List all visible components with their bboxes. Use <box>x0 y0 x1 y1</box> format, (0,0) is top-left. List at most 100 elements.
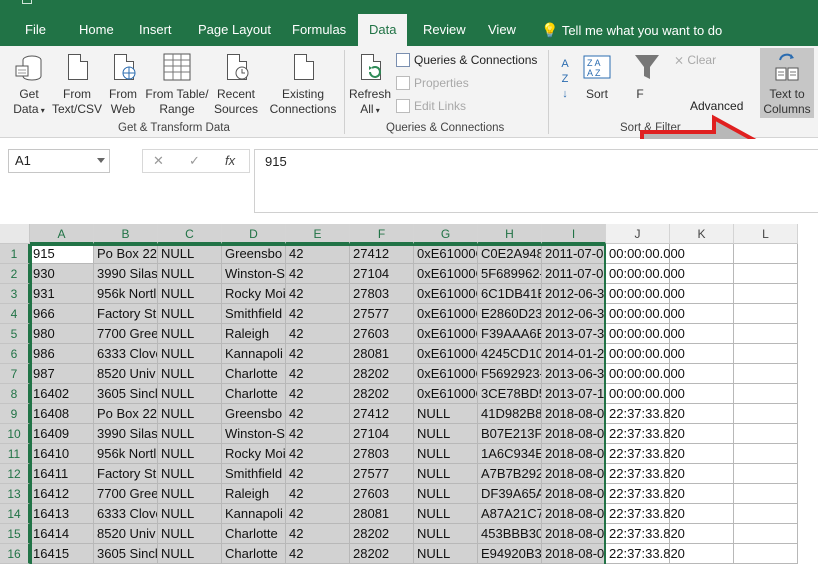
cell-j3[interactable]: 00:00:00.000 <box>606 284 685 304</box>
cell-e4[interactable]: 42 <box>286 304 350 324</box>
cell-c8[interactable]: NULL <box>158 384 222 404</box>
queries-connections-button[interactable]: Queries & Connections <box>396 50 537 70</box>
cell-k7[interactable] <box>670 364 734 384</box>
cell-l16[interactable] <box>734 544 798 564</box>
cell-b14[interactable]: 6333 Clove <box>94 504 158 524</box>
cell-e1[interactable]: 42 <box>286 244 350 264</box>
cell-e16[interactable]: 42 <box>286 544 350 564</box>
cell-i12[interactable]: 2018-08-02 <box>542 464 606 484</box>
cell-c5[interactable]: NULL <box>158 324 222 344</box>
spreadsheet-grid[interactable]: ABCDEFGHIJKL 1 915 Po Box 22 NULL Greensbo 42… <box>0 224 818 564</box>
cell-h7[interactable]: F5692923- <box>478 364 542 384</box>
cell-f2[interactable]: 27104 <box>350 264 414 284</box>
cell-h9[interactable]: 41D982B8- <box>478 404 542 424</box>
cell-d12[interactable]: Smithfield <box>222 464 286 484</box>
cell-e13[interactable]: 42 <box>286 484 350 504</box>
cell-d14[interactable]: Kannapoli <box>222 504 286 524</box>
cell-l7[interactable] <box>734 364 798 384</box>
insert-function-icon[interactable]: fx <box>225 153 235 168</box>
cell-i9[interactable]: 2018-08-02 <box>542 404 606 424</box>
cell-g15[interactable]: NULL <box>414 524 478 544</box>
tab-review[interactable]: Review <box>412 8 477 46</box>
cell-a9[interactable]: 16408 <box>30 404 94 424</box>
cell-g9[interactable]: NULL <box>414 404 478 424</box>
from-text-csv-button[interactable]: From Text/CSV <box>52 52 102 117</box>
cell-l5[interactable] <box>734 324 798 344</box>
cell-d1[interactable]: Greensbo <box>222 244 286 264</box>
sort-button[interactable]: Z AA Z Sort <box>580 52 614 102</box>
cell-b1[interactable]: Po Box 22 <box>94 244 158 264</box>
advanced-filter-button[interactable]: Advanced <box>690 96 743 116</box>
cell-e3[interactable]: 42 <box>286 284 350 304</box>
existing-connections-button[interactable]: Existing Connections <box>266 52 340 117</box>
cell-j14[interactable]: 22:37:33.820 <box>606 504 685 524</box>
cell-i1[interactable]: 2011-07-01 <box>542 244 606 264</box>
cell-d4[interactable]: Smithfield <box>222 304 286 324</box>
cell-h5[interactable]: F39AAA6E <box>478 324 542 344</box>
cell-d16[interactable]: Charlotte <box>222 544 286 564</box>
cell-f8[interactable]: 28202 <box>350 384 414 404</box>
cell-b4[interactable]: Factory St <box>94 304 158 324</box>
tab-view[interactable]: View <box>477 8 527 46</box>
cell-g1[interactable]: 0xE61000C <box>414 244 478 264</box>
cell-g16[interactable]: NULL <box>414 544 478 564</box>
cell-h11[interactable]: 1A6C934E- <box>478 444 542 464</box>
cell-k6[interactable] <box>670 344 734 364</box>
cell-j10[interactable]: 22:37:33.820 <box>606 424 685 444</box>
cell-e6[interactable]: 42 <box>286 344 350 364</box>
cell-h14[interactable]: A87A21C7 <box>478 504 542 524</box>
cell-c9[interactable]: NULL <box>158 404 222 424</box>
cell-h15[interactable]: 453BBB30- <box>478 524 542 544</box>
cell-b11[interactable]: 956k Nortl <box>94 444 158 464</box>
cell-j2[interactable]: 00:00:00.000 <box>606 264 685 284</box>
column-header-a[interactable]: A <box>30 224 94 244</box>
cell-e12[interactable]: 42 <box>286 464 350 484</box>
tab-insert[interactable]: Insert <box>128 8 183 46</box>
clear-filter-button[interactable]: ⨯ Clear <box>674 50 716 70</box>
cell-h12[interactable]: A7B7B292 <box>478 464 542 484</box>
column-header-f[interactable]: F <box>350 224 414 244</box>
cell-f13[interactable]: 27603 <box>350 484 414 504</box>
cell-h16[interactable]: E94920B3- <box>478 544 542 564</box>
cell-c13[interactable]: NULL <box>158 484 222 504</box>
cell-e2[interactable]: 42 <box>286 264 350 284</box>
cell-j8[interactable]: 00:00:00.000 <box>606 384 685 404</box>
cell-b13[interactable]: 7700 Gree <box>94 484 158 504</box>
cell-l14[interactable] <box>734 504 798 524</box>
cancel-icon[interactable]: ✕ <box>153 153 164 169</box>
cell-f14[interactable]: 28081 <box>350 504 414 524</box>
cell-k16[interactable] <box>670 544 734 564</box>
chevron-down-icon[interactable] <box>97 158 105 163</box>
from-table-range-button[interactable]: From Table/ Range <box>144 52 210 117</box>
formula-input[interactable]: 915 <box>254 149 818 213</box>
tab-formulas[interactable]: Formulas <box>281 8 357 46</box>
cell-a14[interactable]: 16413 <box>30 504 94 524</box>
cell-f5[interactable]: 27603 <box>350 324 414 344</box>
row-header[interactable]: 13 <box>0 484 30 504</box>
cell-k12[interactable] <box>670 464 734 484</box>
from-web-button[interactable]: From Web <box>104 52 142 117</box>
row-header[interactable]: 9 <box>0 404 30 424</box>
cell-l1[interactable] <box>734 244 798 264</box>
cell-e7[interactable]: 42 <box>286 364 350 384</box>
cell-c3[interactable]: NULL <box>158 284 222 304</box>
cell-a7[interactable]: 987 <box>30 364 94 384</box>
cell-k13[interactable] <box>670 484 734 504</box>
cell-b15[interactable]: 8520 Univ <box>94 524 158 544</box>
row-header[interactable]: 7 <box>0 364 30 384</box>
cell-h6[interactable]: 4245CD10- <box>478 344 542 364</box>
column-header-b[interactable]: B <box>94 224 158 244</box>
cell-b6[interactable]: 6333 Clove <box>94 344 158 364</box>
column-header-j[interactable]: J <box>606 224 670 244</box>
cell-g8[interactable]: 0xE61000C <box>414 384 478 404</box>
cell-j6[interactable]: 00:00:00.000 <box>606 344 685 364</box>
cell-l12[interactable] <box>734 464 798 484</box>
cell-i2[interactable]: 2011-07-01 <box>542 264 606 284</box>
cell-c15[interactable]: NULL <box>158 524 222 544</box>
sort-az-button[interactable]: A Z ↓ <box>554 56 576 101</box>
cell-f6[interactable]: 28081 <box>350 344 414 364</box>
cell-i16[interactable]: 2018-08-02 <box>542 544 606 564</box>
row-header[interactable]: 6 <box>0 344 30 364</box>
cell-g7[interactable]: 0xE61000C <box>414 364 478 384</box>
cell-h8[interactable]: 3CE78BD5 <box>478 384 542 404</box>
